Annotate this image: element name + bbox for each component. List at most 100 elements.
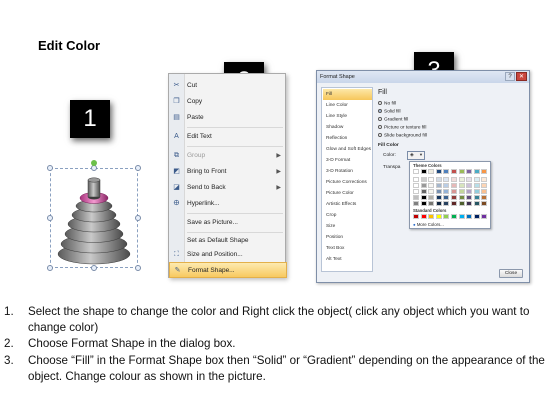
category-item[interactable]: Fill — [323, 89, 372, 100]
category-item[interactable]: Reflection — [323, 133, 372, 144]
more-colors-link[interactable]: ● More Colors... — [413, 222, 444, 227]
category-item[interactable]: Artistic Effects — [323, 199, 372, 210]
category-item[interactable]: 3-D Rotation — [323, 166, 372, 177]
menu-item-send-to-back[interactable]: ◪ Send to Back ▶ — [169, 180, 287, 196]
theme-color-swatch[interactable] — [420, 169, 427, 174]
theme-color-swatch[interactable] — [413, 177, 419, 182]
theme-color-swatch[interactable] — [481, 189, 488, 194]
theme-color-swatch[interactable] — [451, 177, 457, 182]
category-item[interactable]: Line Color — [323, 100, 372, 111]
theme-color-swatch[interactable] — [428, 177, 435, 182]
theme-color-swatch[interactable] — [458, 195, 465, 200]
menu-item-bring-to-front[interactable]: ◩ Bring to Front ▶ — [169, 164, 287, 180]
color-dropdown-button[interactable]: ◈ ▼ — [407, 151, 425, 160]
theme-color-swatch[interactable] — [451, 201, 457, 206]
theme-color-swatch[interactable] — [420, 201, 427, 206]
theme-color-swatch[interactable] — [413, 169, 419, 174]
standard-color-swatch[interactable] — [466, 214, 473, 219]
close-button[interactable]: Close — [499, 269, 523, 278]
theme-color-swatch[interactable] — [443, 189, 450, 194]
theme-color-swatch[interactable] — [413, 201, 419, 206]
category-item[interactable]: Position — [323, 232, 372, 243]
theme-color-swatch[interactable] — [458, 177, 465, 182]
theme-color-swatch[interactable] — [466, 177, 473, 182]
theme-color-swatch[interactable] — [435, 169, 442, 174]
theme-color-swatch[interactable] — [473, 177, 480, 182]
radio-gradient-fill[interactable]: Gradient fill — [378, 117, 408, 122]
theme-color-swatch[interactable] — [420, 177, 427, 182]
menu-item-save-as-picture[interactable]: Save as Picture... — [169, 215, 287, 231]
theme-color-swatch[interactable] — [413, 189, 419, 194]
radio-picture-fill[interactable]: Picture or texture fill — [378, 125, 426, 130]
theme-color-swatch[interactable] — [420, 195, 427, 200]
theme-color-swatch[interactable] — [413, 195, 419, 200]
theme-color-swatch[interactable] — [451, 183, 457, 188]
menu-item-copy[interactable]: ❐ Copy — [169, 94, 287, 110]
theme-color-swatch[interactable] — [435, 195, 442, 200]
theme-color-swatch[interactable] — [481, 177, 488, 182]
theme-color-swatch[interactable] — [443, 201, 450, 206]
theme-color-swatch[interactable] — [466, 169, 473, 174]
theme-color-swatch[interactable] — [435, 177, 442, 182]
close-icon[interactable]: ✕ — [516, 72, 527, 81]
theme-color-swatch[interactable] — [435, 183, 442, 188]
menu-item-cut[interactable]: ✂ Cut — [169, 78, 287, 94]
theme-color-swatch[interactable] — [451, 195, 457, 200]
theme-color-swatch[interactable] — [458, 189, 465, 194]
category-item[interactable]: Shadow — [323, 122, 372, 133]
theme-color-swatch[interactable] — [443, 177, 450, 182]
theme-color-swatch[interactable] — [435, 201, 442, 206]
theme-color-swatch[interactable] — [413, 183, 419, 188]
category-item[interactable]: 3-D Format — [323, 155, 372, 166]
menu-item-group[interactable]: ⧉ Group ▶ — [169, 148, 287, 164]
theme-color-swatch[interactable] — [458, 183, 465, 188]
selected-shape[interactable] — [47, 160, 141, 271]
theme-color-swatch[interactable] — [473, 183, 480, 188]
theme-color-swatch[interactable] — [473, 195, 480, 200]
radio-no-fill[interactable]: No fill — [378, 101, 396, 106]
category-item[interactable]: Glow and Soft Edges — [323, 144, 372, 155]
category-item[interactable]: Crop — [323, 210, 372, 221]
standard-color-swatch[interactable] — [435, 214, 442, 219]
theme-color-swatch[interactable] — [428, 183, 435, 188]
theme-color-swatch[interactable] — [443, 183, 450, 188]
theme-color-swatch[interactable] — [481, 195, 488, 200]
standard-color-swatch[interactable] — [428, 214, 435, 219]
standard-color-swatch[interactable] — [420, 214, 427, 219]
standard-color-swatch[interactable] — [451, 214, 457, 219]
standard-color-swatch[interactable] — [473, 214, 480, 219]
standard-color-swatch[interactable] — [443, 214, 450, 219]
theme-color-swatch[interactable] — [428, 195, 435, 200]
menu-item-paste[interactable]: ▤ Paste — [169, 110, 287, 126]
theme-color-swatch[interactable] — [481, 169, 488, 174]
help-button[interactable]: ? — [505, 72, 515, 81]
category-item[interactable]: Picture Color — [323, 188, 372, 199]
theme-color-swatch[interactable] — [443, 169, 450, 174]
theme-color-swatch[interactable] — [473, 201, 480, 206]
menu-item-format-shape[interactable]: ✎ Format Shape... — [169, 262, 287, 278]
category-item[interactable]: Text Box — [323, 243, 372, 254]
category-item[interactable]: Alt Text — [323, 254, 372, 265]
standard-color-swatch[interactable] — [458, 214, 465, 219]
theme-color-swatch[interactable] — [420, 189, 427, 194]
standard-color-swatch[interactable] — [413, 214, 419, 219]
theme-color-swatch[interactable] — [443, 195, 450, 200]
theme-color-swatch[interactable] — [420, 183, 427, 188]
theme-color-swatch[interactable] — [473, 169, 480, 174]
standard-color-swatch[interactable] — [481, 214, 488, 219]
menu-item-hyperlink[interactable]: 🜨 Hyperlink... — [169, 196, 287, 212]
theme-color-swatch[interactable] — [435, 189, 442, 194]
theme-color-swatch[interactable] — [451, 189, 457, 194]
theme-color-swatch[interactable] — [451, 169, 457, 174]
category-item[interactable]: Picture Corrections — [323, 177, 372, 188]
theme-color-swatch[interactable] — [466, 183, 473, 188]
category-item[interactable]: Size — [323, 221, 372, 232]
theme-color-swatch[interactable] — [428, 189, 435, 194]
theme-color-swatch[interactable] — [428, 201, 435, 206]
menu-item-size-position[interactable]: ⛶ Size and Position... — [169, 247, 287, 263]
theme-color-swatch[interactable] — [481, 183, 488, 188]
radio-slide-background-fill[interactable]: Slide background fill — [378, 133, 427, 138]
theme-color-swatch[interactable] — [428, 169, 435, 174]
radio-solid-fill[interactable]: Solid fill — [378, 109, 401, 114]
theme-color-swatch[interactable] — [466, 189, 473, 194]
